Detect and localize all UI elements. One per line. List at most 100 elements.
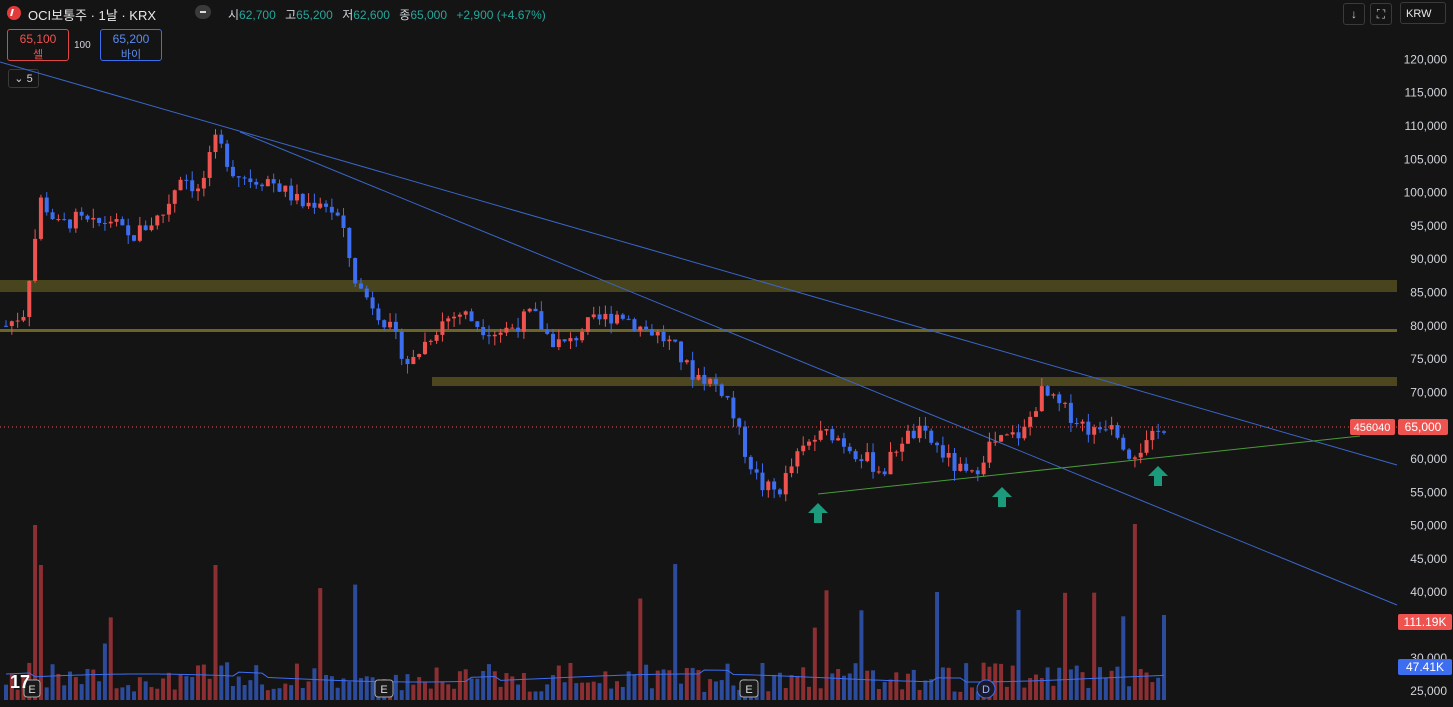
candle-body[interactable] [1028, 416, 1033, 427]
candle-body[interactable] [492, 334, 497, 337]
candle-body[interactable] [521, 311, 526, 332]
up-arrow-icon[interactable] [992, 487, 1012, 507]
candle-body[interactable] [457, 314, 462, 317]
candle-body[interactable] [1127, 449, 1132, 459]
candle-body[interactable] [841, 438, 846, 447]
candle-body[interactable] [21, 316, 26, 321]
candle-body[interactable] [68, 219, 73, 229]
candle-body[interactable] [446, 318, 451, 322]
candle-body[interactable] [1080, 421, 1085, 424]
candle-body[interactable] [620, 314, 625, 319]
candle-body[interactable] [161, 214, 166, 216]
candle-body[interactable] [993, 441, 998, 443]
candle-body[interactable] [230, 166, 235, 177]
candle-body[interactable] [463, 311, 468, 315]
candle-body[interactable] [213, 134, 218, 153]
candle-body[interactable] [300, 193, 305, 207]
candle-body[interactable] [591, 314, 596, 318]
candle-body[interactable] [271, 179, 276, 184]
candle-body[interactable] [964, 463, 969, 471]
candle-body[interactable] [900, 443, 905, 452]
candle-body[interactable] [1039, 386, 1044, 412]
candle-body[interactable] [1068, 402, 1073, 423]
candle-body[interactable] [452, 316, 457, 319]
candle-body[interactable] [626, 318, 631, 320]
candle-body[interactable] [533, 308, 538, 312]
candle-body[interactable] [329, 206, 334, 213]
candle-body[interactable] [1097, 427, 1102, 430]
candle-body[interactable] [772, 481, 777, 490]
candle-body[interactable] [399, 331, 404, 359]
support-trendline[interactable] [817, 435, 1361, 495]
candle-body[interactable] [871, 452, 876, 472]
candle-body[interactable] [679, 341, 684, 363]
candle-body[interactable] [294, 193, 299, 201]
candle-body[interactable] [661, 331, 666, 342]
candle-body[interactable] [777, 489, 782, 495]
candle-body[interactable] [190, 180, 195, 192]
candle-body[interactable] [114, 219, 119, 222]
candle-body[interactable] [743, 426, 748, 457]
candle-body[interactable] [38, 197, 43, 239]
candle-body[interactable] [312, 202, 317, 208]
candle-body[interactable] [219, 134, 224, 144]
candle-body[interactable] [469, 311, 474, 322]
candle-body[interactable] [120, 219, 125, 226]
candle-body[interactable] [248, 178, 253, 183]
candle-body[interactable] [1121, 437, 1126, 450]
candle-body[interactable] [649, 328, 654, 336]
candle-body[interactable] [85, 215, 90, 220]
candle-body[interactable] [969, 470, 974, 472]
candle-body[interactable] [1057, 394, 1062, 404]
candle-body[interactable] [335, 212, 340, 216]
candle-body[interactable] [382, 320, 387, 328]
resistance-line-80k[interactable] [0, 329, 1397, 332]
candle-body[interactable] [50, 212, 55, 220]
candle-body[interactable] [865, 452, 870, 462]
candle-body[interactable] [812, 439, 817, 442]
candle-body[interactable] [201, 177, 206, 189]
candle-body[interactable] [196, 188, 201, 192]
candle-body[interactable] [132, 235, 137, 241]
candle-body[interactable] [1156, 430, 1161, 432]
candle-body[interactable] [824, 429, 829, 431]
candle-body[interactable] [923, 425, 928, 431]
candle-body[interactable] [888, 451, 893, 475]
candle-body[interactable] [905, 430, 910, 444]
candle-body[interactable] [97, 217, 102, 223]
candle-body[interactable] [184, 179, 189, 181]
up-arrow-icon[interactable] [1148, 466, 1168, 486]
candle-body[interactable] [108, 221, 113, 224]
candle-body[interactable] [562, 339, 567, 342]
candle-body[interactable] [795, 451, 800, 467]
candle-body[interactable] [353, 258, 358, 284]
candle-body[interactable] [568, 338, 573, 342]
candle-body[interactable] [1103, 429, 1108, 431]
candle-body[interactable] [545, 329, 550, 334]
candle-body[interactable] [597, 314, 602, 320]
candle-body[interactable] [417, 354, 422, 357]
candle-body[interactable] [1016, 432, 1021, 439]
tradingview-logo-icon[interactable]: 17 [10, 672, 30, 693]
candle-body[interactable] [981, 462, 986, 475]
candle-body[interactable] [73, 211, 78, 229]
candle-body[interactable] [358, 283, 363, 289]
candle-body[interactable] [760, 472, 765, 491]
candle-body[interactable] [277, 183, 282, 192]
candle-body[interactable] [143, 225, 148, 231]
candle-body[interactable] [510, 327, 515, 329]
candle-body[interactable] [655, 331, 660, 336]
candle-body[interactable] [615, 314, 620, 324]
candle-body[interactable] [364, 288, 369, 298]
candle-body[interactable] [1074, 422, 1079, 424]
candle-body[interactable] [79, 211, 84, 216]
candle-body[interactable] [696, 374, 701, 380]
candle-body[interactable] [952, 452, 957, 471]
candle-body[interactable] [172, 190, 177, 204]
candle-body[interactable] [102, 222, 107, 224]
candle-body[interactable] [178, 179, 183, 191]
candle-body[interactable] [166, 203, 171, 215]
candle-body[interactable] [847, 446, 852, 452]
candle-body[interactable] [556, 339, 561, 348]
candle-body[interactable] [766, 481, 771, 491]
